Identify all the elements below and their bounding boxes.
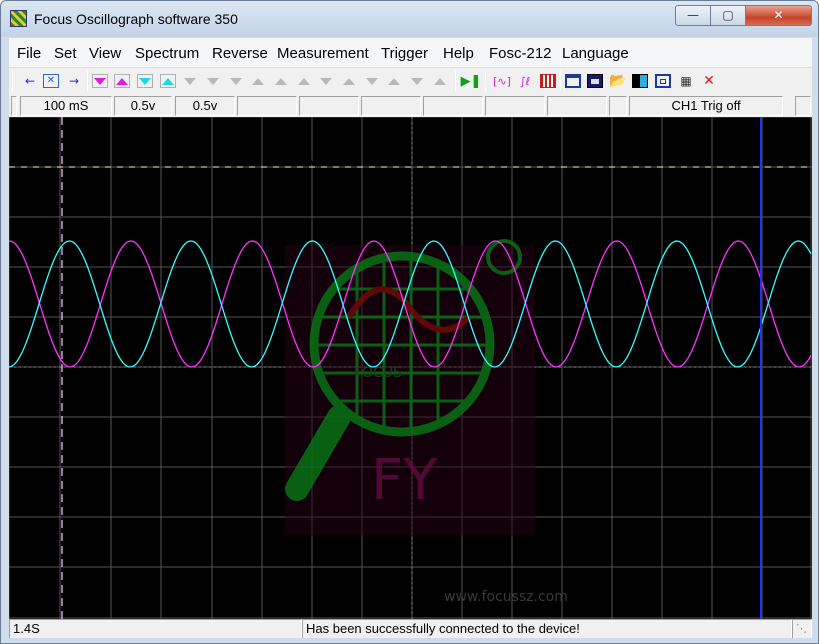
trigger-status-pane: CH1 Trig off — [629, 96, 783, 116]
menu-trigger[interactable]: Trigger — [381, 45, 428, 62]
ch2-down-icon[interactable] — [136, 72, 154, 90]
info-bar: 100 mS 0.5v 0.5v CH1 Trig off — [9, 95, 812, 117]
info-pane-empty — [237, 96, 297, 116]
menu-set[interactable]: Set — [54, 45, 77, 62]
trigger-level-label: 4 v — [80, 153, 106, 169]
table-icon[interactable] — [539, 72, 557, 90]
status-message: Has been successfully connected to the d… — [302, 619, 792, 638]
watermark-small-text: FOCUS — [354, 365, 402, 381]
menu-spectrum[interactable]: Spectrum — [135, 45, 199, 62]
info-pane-edge — [11, 96, 17, 116]
gray-up-icon[interactable] — [272, 72, 290, 90]
wave-1-icon[interactable]: [∿] — [493, 72, 511, 90]
menu-measurement[interactable]: Measurement — [277, 45, 369, 62]
ch2-readout: 0mV — [663, 184, 691, 202]
info-pane-empty — [609, 96, 627, 116]
arrow-left-icon[interactable]: ← — [21, 72, 39, 90]
save-icon[interactable] — [586, 72, 604, 90]
toolbar-separator — [485, 71, 486, 91]
gray-down-icon[interactable] — [408, 72, 426, 90]
menu-help[interactable]: Help — [443, 45, 474, 62]
open-folder-icon[interactable]: 📂 — [609, 72, 627, 90]
ch1-volts-pane[interactable]: 0.5v — [114, 96, 172, 116]
client-area: File Set View Spectrum Reverse Measureme… — [9, 38, 812, 638]
wave-2-icon[interactable]: ∫ℓ — [516, 72, 534, 90]
trigger-value-label: = 4 v — [275, 153, 318, 169]
gray-down-icon[interactable] — [227, 72, 245, 90]
gray-up-icon[interactable] — [431, 72, 449, 90]
gray-down-icon[interactable] — [204, 72, 222, 90]
menu-reverse[interactable]: Reverse — [212, 45, 268, 62]
gray-up-icon[interactable] — [340, 72, 358, 90]
info-pane-empty — [299, 96, 359, 116]
menu-fosc-212[interactable]: Fosc-212 — [489, 45, 552, 62]
ch1-down-icon[interactable] — [91, 72, 109, 90]
close-button[interactable]: ✕ — [745, 5, 812, 26]
app-icon — [10, 10, 27, 27]
frame-icon[interactable] — [654, 72, 672, 90]
title-bar[interactable]: Focus Oscillograph software 350 — ▢ ✕ — [1, 1, 818, 37]
toolbar: ← ✕ → ▶❚ [∿] ∫ℓ 📂 ▦ ✕ — [9, 68, 812, 94]
timebase-pane[interactable]: 100 mS — [20, 96, 112, 116]
info-pane-empty — [423, 96, 483, 116]
menu-file[interactable]: File — [17, 45, 41, 62]
run-icon[interactable]: ▶❚ — [461, 72, 482, 90]
window-icon[interactable] — [564, 72, 582, 90]
gray-up-icon[interactable] — [385, 72, 403, 90]
arrow-right-icon[interactable]: → — [65, 72, 83, 90]
info-pane-empty — [547, 96, 607, 116]
watermark-fy-text: FY — [371, 448, 438, 513]
toolbar-separator — [87, 71, 88, 91]
gray-up-icon[interactable] — [249, 72, 267, 90]
toolbar-separator — [455, 71, 456, 91]
info-pane-empty — [795, 96, 811, 116]
status-time: 1.4S — [9, 619, 302, 638]
app-window: Focus Oscillograph software 350 — ▢ ✕ Fi… — [0, 0, 819, 644]
toolbar-separator — [12, 71, 13, 91]
status-bar: 1.4S Has been successfully connected to … — [9, 619, 812, 638]
maximize-button[interactable]: ▢ — [710, 5, 746, 26]
menu-bar: File Set View Spectrum Reverse Measureme… — [9, 38, 812, 68]
window-title: Focus Oscillograph software 350 — [34, 11, 238, 27]
resize-grip-icon[interactable]: ⋱ — [792, 619, 812, 638]
info-pane-empty — [361, 96, 421, 116]
gray-down-icon[interactable] — [317, 72, 335, 90]
cursor-box-icon[interactable]: ✕ — [42, 72, 60, 90]
website-url: www.focussz.com — [444, 589, 568, 605]
menu-view[interactable]: View — [89, 45, 121, 62]
close-x-icon[interactable]: ✕ — [700, 72, 718, 90]
scope-canvas: FOCUS FY — [9, 117, 812, 619]
ch2-up-icon[interactable] — [159, 72, 177, 90]
gray-down-icon[interactable] — [181, 72, 199, 90]
minimize-button[interactable]: — — [675, 5, 711, 26]
menu-language[interactable]: Language — [562, 45, 629, 62]
gray-up-icon[interactable] — [295, 72, 313, 90]
snapshot-icon[interactable]: ▦ — [677, 72, 695, 90]
ch2-volts-pane[interactable]: 0.5v — [175, 96, 235, 116]
info-pane-empty — [485, 96, 545, 116]
contrast-icon[interactable] — [631, 72, 649, 90]
scope-display[interactable]: FOCUS FY 0mV 0mV 4 v x 1 = 4 v www.focus… — [9, 117, 812, 619]
probe-factor-label: x 1 — [213, 153, 239, 169]
ch1-up-icon[interactable] — [113, 72, 131, 90]
gray-down-icon[interactable] — [363, 72, 381, 90]
toolbar-separator — [560, 71, 561, 91]
